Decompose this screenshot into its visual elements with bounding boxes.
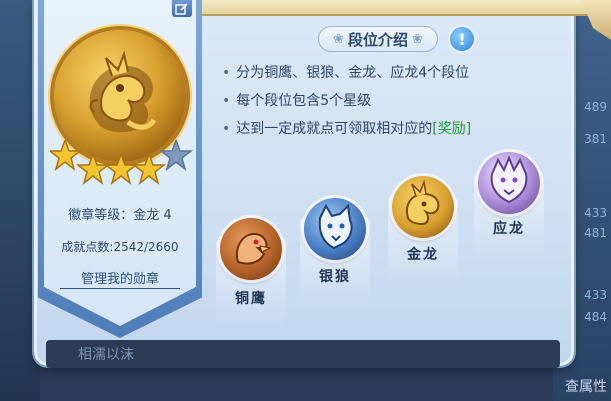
tier-ying-dragon xyxy=(478,152,540,214)
rank-intro-title-text: 段位介绍 xyxy=(347,30,408,49)
tier-bronze-label: 铜鹰 xyxy=(235,291,267,307)
tier-silver-label: 银狼 xyxy=(319,269,351,285)
background-number: 433 xyxy=(584,288,607,302)
bullet-icon: • xyxy=(222,65,231,81)
manage-badges-link[interactable]: 管理我的勋章 xyxy=(60,268,180,289)
star-filled-icon xyxy=(47,137,83,171)
intro-line: • 每个段位包含5个星级 xyxy=(222,93,372,109)
swirl-left-icon: ❀ xyxy=(333,31,344,47)
intro-line: • 分为铜鹰、银狼、金龙、应龙4个段位 xyxy=(222,65,470,81)
reward-link[interactable]: [奖励] xyxy=(432,121,471,137)
wolf-icon xyxy=(318,203,353,250)
background-number: 433 xyxy=(584,206,607,220)
bullet-icon: • xyxy=(222,93,231,109)
swirl-right-icon: ❀ xyxy=(412,31,423,47)
star-filled-icon xyxy=(103,151,139,185)
view-attributes-button[interactable]: 查属性 xyxy=(565,376,607,396)
tier-silver-wolf xyxy=(304,198,366,260)
background-number: 381 xyxy=(584,132,607,146)
star-filled-icon xyxy=(75,151,111,185)
star-filled-icon xyxy=(131,151,167,185)
dragon-icon xyxy=(406,179,440,226)
eagle-icon xyxy=(236,232,272,265)
background-number: 481 xyxy=(584,226,607,240)
tier-ying-label: 应龙 xyxy=(493,221,525,237)
intro-line: • 达到一定成就点可领取相对应的[奖励] xyxy=(222,121,472,137)
background-number: 489 xyxy=(584,100,607,114)
background-title: 相濡以沫 xyxy=(78,347,134,363)
badge-level-label: 徽章等级：金龙 4 xyxy=(68,208,172,223)
top-ribbon xyxy=(190,0,610,16)
edit-icon xyxy=(175,2,188,15)
tier-bronze-eagle xyxy=(220,218,282,280)
bullet-icon: • xyxy=(222,121,231,137)
help-button[interactable]: ! xyxy=(448,25,476,53)
badge-stars xyxy=(47,137,200,190)
ying-dragon-icon xyxy=(490,155,528,204)
tier-gold-label: 金龙 xyxy=(407,247,439,263)
achievement-points-label: 成就点数:2542/2660 xyxy=(61,240,179,254)
edit-button[interactable] xyxy=(171,0,193,18)
rank-intro-title: ❀ 段位介绍 ❀ xyxy=(318,26,438,52)
background-number: 484 xyxy=(584,310,607,324)
tier-gold-dragon xyxy=(392,176,454,238)
